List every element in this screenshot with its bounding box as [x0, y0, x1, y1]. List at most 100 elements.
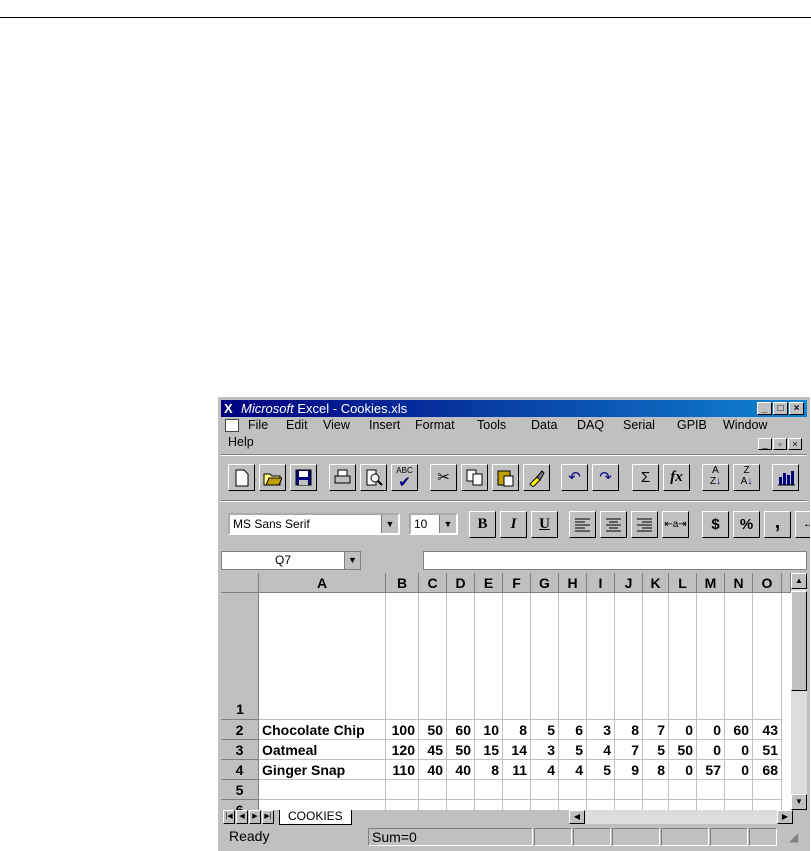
header-cell[interactable]: Shortening [753, 593, 782, 720]
row-label-cell[interactable]: Oatmeal [259, 740, 386, 760]
percent-button[interactable]: % [733, 511, 760, 538]
select-all-corner[interactable] [221, 573, 259, 593]
minimize-button[interactable]: _ [757, 402, 772, 415]
menu-data[interactable]: Data [531, 418, 557, 432]
menu-serial[interactable]: Serial [623, 418, 655, 432]
header-cell[interactable]: Vanilla [559, 593, 587, 720]
data-cell[interactable]: 0 [725, 740, 753, 760]
empty-cell[interactable] [587, 800, 615, 810]
header-cell[interactable]: Eggs [419, 593, 447, 720]
data-cell[interactable]: 0 [697, 740, 725, 760]
data-cell[interactable]: 7 [643, 720, 669, 740]
menu-daq[interactable]: DAQ [577, 418, 604, 432]
data-cell[interactable]: 4 [587, 740, 615, 760]
data-cell[interactable]: 40 [419, 760, 447, 780]
data-cell[interactable]: 50 [419, 720, 447, 740]
name-box[interactable]: Q7 ▼ [221, 551, 361, 570]
empty-cell[interactable] [447, 800, 475, 810]
data-cell[interactable]: 5 [587, 760, 615, 780]
empty-cell[interactable] [531, 800, 559, 810]
data-cell[interactable]: 120 [386, 740, 419, 760]
menu-edit[interactable]: Edit [286, 418, 308, 432]
data-cell[interactable]: 9 [615, 760, 643, 780]
merge-center-button[interactable]: ⇤a⇥ [662, 511, 689, 538]
empty-cell[interactable] [753, 780, 782, 800]
last-sheet-icon[interactable]: ▶| [262, 810, 274, 824]
header-cell[interactable]: Flour [386, 593, 419, 720]
empty-cell[interactable] [725, 800, 753, 810]
header-cell[interactable]: Chocolate [725, 593, 753, 720]
column-header-g[interactable]: G [531, 573, 559, 593]
empty-cell[interactable] [587, 780, 615, 800]
formula-bar[interactable] [423, 551, 807, 570]
header-cell[interactable]: Baking Soda [615, 593, 643, 720]
title-bar[interactable]: X Microsoft Excel - Cookies.xls _ □ × [221, 400, 807, 417]
data-cell[interactable]: 68 [753, 760, 782, 780]
header-cell[interactable]: Brown Sugar [503, 593, 531, 720]
column-header-h[interactable]: H [559, 573, 587, 593]
column-header-c[interactable]: C [419, 573, 447, 593]
data-cell[interactable]: 8 [503, 720, 531, 740]
column-header-a[interactable]: A [259, 573, 386, 593]
empty-cell[interactable] [419, 800, 447, 810]
undo-button[interactable]: ↶ [561, 464, 588, 491]
align-left-button[interactable] [569, 511, 596, 538]
data-cell[interactable]: 57 [697, 760, 725, 780]
row-header-4[interactable]: 4 [221, 760, 259, 780]
data-cell[interactable]: 3 [531, 740, 559, 760]
column-header-e[interactable]: E [475, 573, 503, 593]
data-cell[interactable]: 8 [615, 720, 643, 740]
maximize-button[interactable]: □ [773, 402, 788, 415]
row-header-5[interactable]: 5 [221, 780, 259, 800]
column-header-n[interactable]: N [725, 573, 753, 593]
data-cell[interactable]: 60 [725, 720, 753, 740]
chevron-down-icon[interactable]: ▼ [439, 515, 456, 533]
currency-button[interactable]: $ [702, 511, 729, 538]
row-label-cell[interactable]: Ginger Snap [259, 760, 386, 780]
scroll-right-icon[interactable]: ▶ [777, 810, 793, 824]
empty-cell[interactable] [559, 800, 587, 810]
empty-cell[interactable] [475, 780, 503, 800]
column-header-i[interactable]: I [587, 573, 615, 593]
header-cell[interactable]: Ginger [697, 593, 725, 720]
data-cell[interactable]: 8 [643, 760, 669, 780]
save-button[interactable] [290, 464, 317, 491]
comma-button[interactable]: , [764, 511, 791, 538]
row-header-3[interactable]: 3 [221, 740, 259, 760]
empty-cell[interactable] [419, 780, 447, 800]
function-wizard-button[interactable]: fx [663, 464, 690, 491]
align-center-button[interactable] [600, 511, 627, 538]
excel-app-icon[interactable]: X [224, 400, 233, 417]
data-cell[interactable]: 5 [531, 720, 559, 740]
header-cell[interactable]: Butter [447, 593, 475, 720]
data-cell[interactable]: 40 [447, 760, 475, 780]
column-header-k[interactable]: K [643, 573, 669, 593]
vertical-scroll-thumb[interactable] [791, 591, 807, 691]
italic-button[interactable]: I [500, 511, 527, 538]
workbook-close-button[interactable]: × [788, 438, 802, 450]
data-cell[interactable]: 14 [503, 740, 531, 760]
sort-ascending-button[interactable]: A Z↓ [702, 464, 729, 491]
data-cell[interactable]: 0 [697, 720, 725, 740]
vertical-scrollbar[interactable]: ▲ ▼ [791, 573, 807, 810]
empty-cell[interactable] [697, 780, 725, 800]
empty-cell[interactable] [643, 800, 669, 810]
chart-wizard-button[interactable] [772, 464, 799, 491]
data-cell[interactable]: 8 [475, 760, 503, 780]
empty-cell[interactable] [669, 800, 697, 810]
data-cell[interactable]: 100 [386, 720, 419, 740]
column-header-m[interactable]: M [697, 573, 725, 593]
column-header-l[interactable]: L [669, 573, 697, 593]
data-cell[interactable]: 51 [753, 740, 782, 760]
data-cell[interactable]: 0 [669, 760, 697, 780]
empty-cell[interactable] [753, 800, 782, 810]
menu-window[interactable]: Window [723, 418, 767, 432]
column-header-o[interactable]: O [753, 573, 782, 593]
empty-cell[interactable] [643, 780, 669, 800]
cut-button[interactable]: ✂ [430, 464, 457, 491]
chevron-down-icon[interactable]: ▼ [381, 515, 398, 533]
data-cell[interactable]: 10 [475, 720, 503, 740]
column-header-j[interactable]: J [615, 573, 643, 593]
paste-button[interactable] [492, 464, 519, 491]
workbook-icon[interactable] [225, 419, 239, 432]
